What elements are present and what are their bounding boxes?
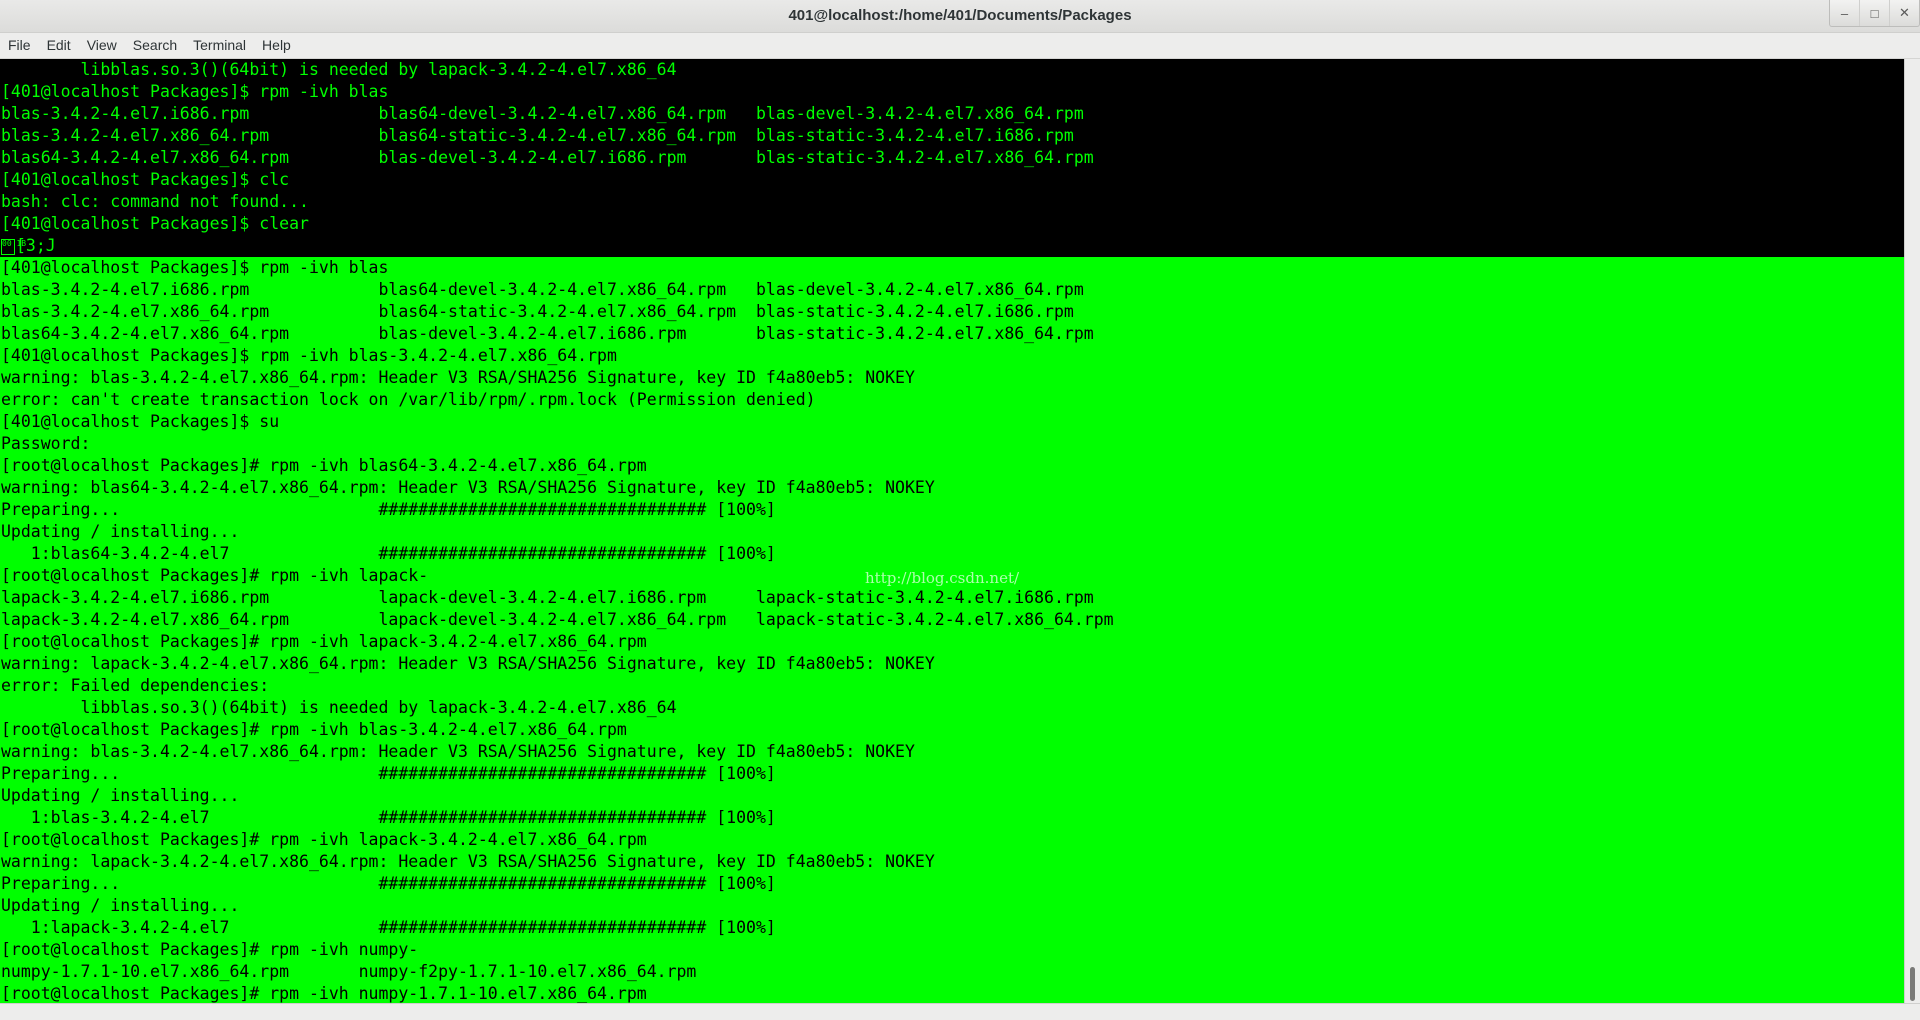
terminal-line: blas-3.4.2-4.el7.i686.rpm blas64-devel-3… [0,279,1904,301]
scrollbar-thumb[interactable] [1910,967,1915,1001]
terminal-line: 1:blas64-3.4.2-4.el7 ###################… [0,543,1904,565]
escape-glyph-icon: 00 1B [1,238,26,255]
terminal-line: blas-3.4.2-4.el7.x86_64.rpm blas64-stati… [0,301,1904,323]
escape-sequence-text: [3;J [16,236,56,255]
terminal-line: error: can't create transaction lock on … [0,389,1904,411]
window-titlebar[interactable]: 401@localhost:/home/401/Documents/Packag… [0,0,1920,33]
terminal-line: 1:lapack-3.4.2-4.el7 ###################… [0,917,1904,939]
minimize-button[interactable]: – [1830,0,1859,26]
terminal-line: [401@localhost Packages]$ rpm -ivh blas-… [0,345,1904,367]
maximize-button[interactable]: □ [1859,0,1889,26]
terminal-line: libblas.so.3()(64bit) is needed by lapac… [0,697,1904,719]
terminal-line: [401@localhost Packages]$ rpm -ivh blas [0,257,1904,279]
terminal-line: Password: [0,433,1904,455]
terminal-line: warning: blas-3.4.2-4.el7.x86_64.rpm: He… [0,741,1904,763]
terminal-output[interactable]: libblas.so.3()(64bit) is needed by lapac… [0,59,1904,1003]
terminal-line: blas64-3.4.2-4.el7.x86_64.rpm blas-devel… [0,323,1904,345]
menu-help[interactable]: Help [254,33,299,58]
terminal-line: Preparing... ###########################… [0,873,1904,895]
terminal-line: warning: blas64-3.4.2-4.el7.x86_64.rpm: … [0,477,1904,499]
terminal-line: blas-3.4.2-4.el7.i686.rpm blas64-devel-3… [0,103,1904,125]
terminal-line: 00 1B[3;J [0,235,1904,257]
terminal-line: warning: lapack-3.4.2-4.el7.x86_64.rpm: … [0,851,1904,873]
terminal-line: [root@localhost Packages]# rpm -ivh lapa… [0,631,1904,653]
terminal-line: [root@localhost Packages]# rpm -ivh nump… [0,983,1904,1003]
terminal-line: [401@localhost Packages]$ su [0,411,1904,433]
terminal-line: [root@localhost Packages]# rpm -ivh nump… [0,939,1904,961]
terminal-line: warning: lapack-3.4.2-4.el7.x86_64.rpm: … [0,653,1904,675]
terminal-line: Preparing... ###########################… [0,763,1904,785]
menu-file[interactable]: File [0,33,39,58]
terminal-line: [401@localhost Packages]$ rpm -ivh blas [0,81,1904,103]
menu-view[interactable]: View [79,33,125,58]
terminal-scrollbar[interactable] [1904,59,1920,1003]
terminal-line: [root@localhost Packages]# rpm -ivh blas… [0,455,1904,477]
window-title: 401@localhost:/home/401/Documents/Packag… [788,7,1132,24]
terminal-line: lapack-3.4.2-4.el7.i686.rpm lapack-devel… [0,587,1904,609]
terminal-line: blas-3.4.2-4.el7.x86_64.rpm blas64-stati… [0,125,1904,147]
terminal-line: [root@localhost Packages]# rpm -ivh blas… [0,719,1904,741]
terminal-line: error: Failed dependencies: [0,675,1904,697]
window-bottom-edge [0,1003,1920,1020]
terminal-line: numpy-1.7.1-10.el7.x86_64.rpm numpy-f2py… [0,961,1904,983]
terminal-line: [401@localhost Packages]$ clear [0,213,1904,235]
terminal-line: Preparing... ###########################… [0,499,1904,521]
terminal-line: [401@localhost Packages]$ clc [0,169,1904,191]
window-controls: – □ ✕ [1829,0,1920,27]
menu-terminal[interactable]: Terminal [185,33,254,58]
terminal-line: libblas.so.3()(64bit) is needed by lapac… [0,59,1904,81]
terminal-line: Updating / installing... [0,895,1904,917]
terminal-line: [root@localhost Packages]# rpm -ivh lapa… [0,829,1904,851]
watermark-text: http://blog.csdn.net/ [865,569,1020,587]
terminal-line: warning: blas-3.4.2-4.el7.x86_64.rpm: He… [0,367,1904,389]
menu-bar: File Edit View Search Terminal Help [0,33,1920,59]
terminal-line: lapack-3.4.2-4.el7.x86_64.rpm lapack-dev… [0,609,1904,631]
menu-search[interactable]: Search [125,33,185,58]
terminal-line: 1:blas-3.4.2-4.el7 #####################… [0,807,1904,829]
menu-edit[interactable]: Edit [39,33,79,58]
close-button[interactable]: ✕ [1889,0,1919,26]
terminal-line: blas64-3.4.2-4.el7.x86_64.rpm blas-devel… [0,147,1904,169]
terminal-line: Updating / installing... [0,785,1904,807]
terminal-line: bash: clc: command not found... [0,191,1904,213]
terminal-line: Updating / installing... [0,521,1904,543]
